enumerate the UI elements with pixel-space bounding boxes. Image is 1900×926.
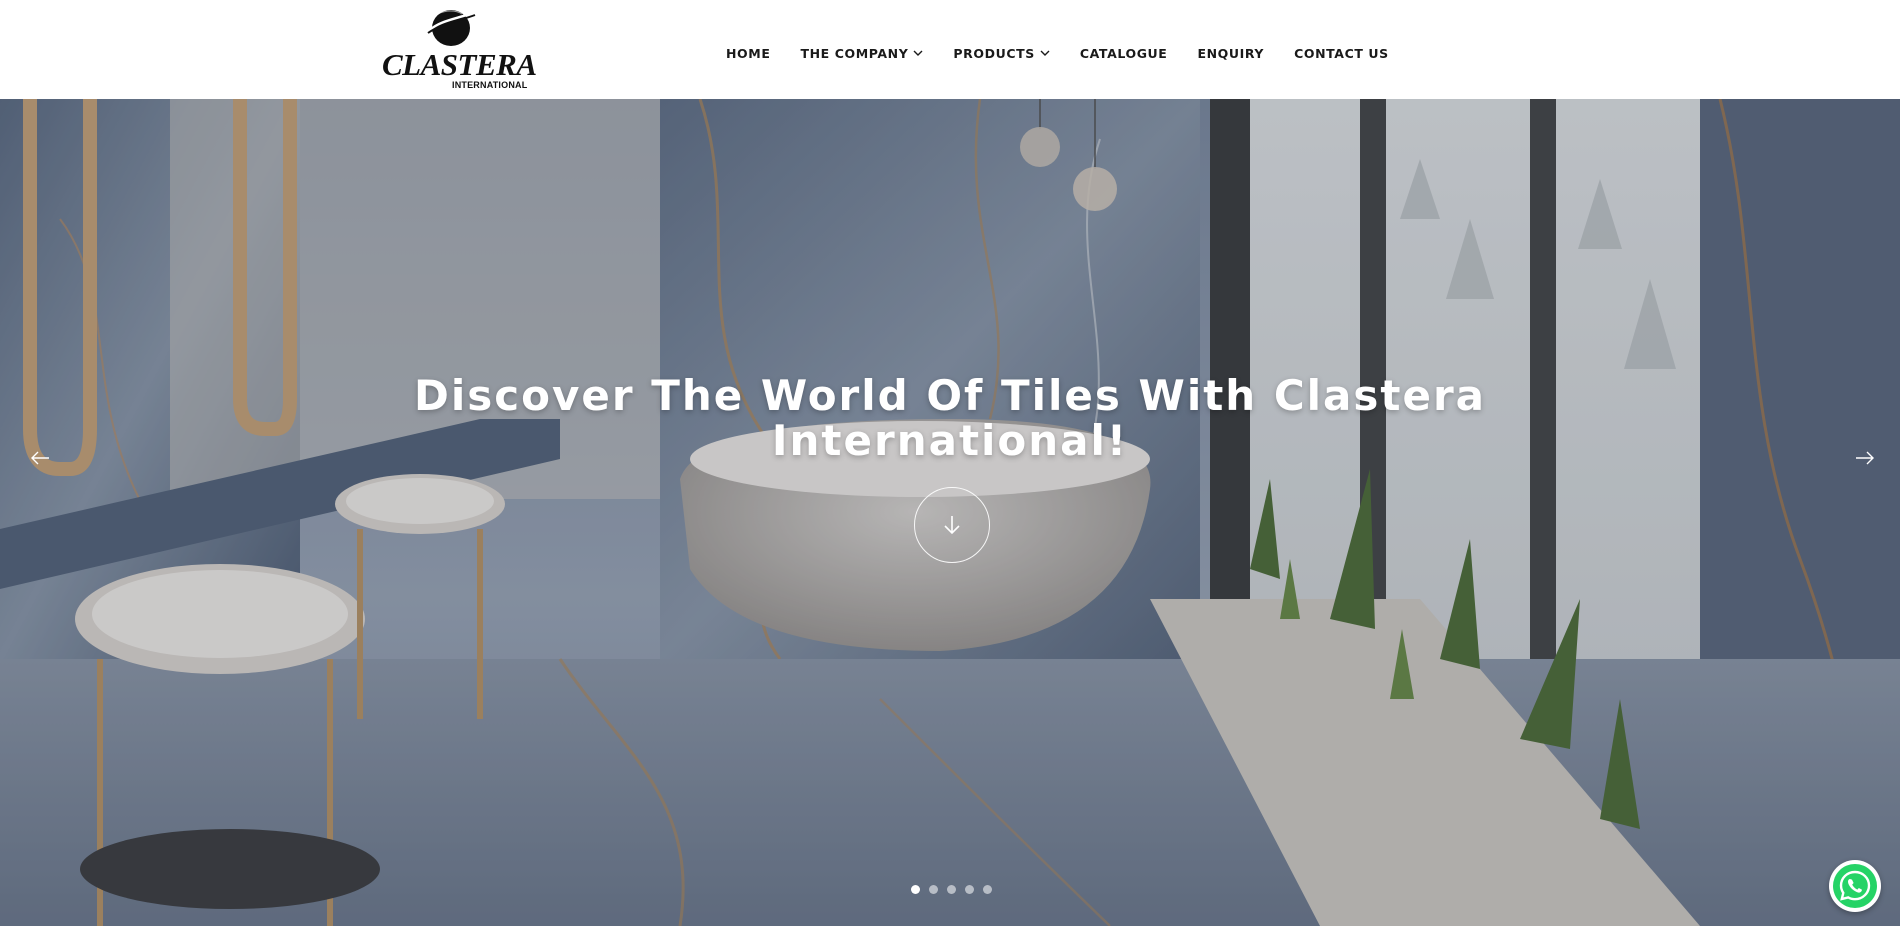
slider-dot-4[interactable]: [965, 885, 974, 894]
nav-home-label: HOME: [726, 45, 771, 61]
nav-products[interactable]: PRODUCTS: [953, 45, 1050, 61]
hero-slider: Discover The World Of Tiles With Claster…: [0, 99, 1900, 926]
hero-title: Discover The World Of Tiles With Claster…: [400, 373, 1500, 463]
slider-dot-5[interactable]: [983, 885, 992, 894]
whatsapp-button[interactable]: [1829, 860, 1881, 912]
slider-pagination: [911, 885, 992, 894]
brand-logo[interactable]: CLASTERA INTERNATIONAL: [380, 6, 537, 90]
hero-title-line1: Discover The World Of Tiles With Claster…: [414, 371, 1486, 420]
main-nav: HOME THE COMPANY PRODUCTS CATALOGUE ENQU…: [726, 41, 1389, 65]
globe-logo-icon: [427, 10, 476, 46]
brand-name: CLASTERA: [382, 47, 537, 82]
nav-the-company[interactable]: THE COMPANY: [800, 46, 923, 61]
slider-dot-2[interactable]: [929, 885, 938, 894]
nav-products-label: PRODUCTS: [953, 45, 1035, 61]
site-header: CLASTERA INTERNATIONAL HOME THE COMPANY …: [0, 0, 1900, 99]
arrow-left-icon: [31, 451, 49, 465]
arrow-right-icon: [1856, 451, 1874, 465]
nav-contact-us-label: CONTACT US: [1294, 45, 1389, 61]
whatsapp-icon: [1833, 864, 1877, 908]
chevron-down-icon: [1040, 50, 1050, 56]
slider-next-button[interactable]: [1845, 438, 1885, 478]
nav-enquiry[interactable]: ENQUIRY: [1197, 46, 1264, 61]
slider-dot-1[interactable]: [911, 885, 920, 894]
nav-catalogue-label: CATALOGUE: [1079, 45, 1168, 61]
chevron-down-icon: [913, 50, 923, 56]
nav-the-company-label: THE COMPANY: [800, 45, 909, 61]
nav-home[interactable]: HOME: [726, 46, 770, 61]
hero-title-line2: International!: [771, 416, 1129, 465]
arrow-down-icon: [944, 516, 960, 535]
brand-tagline: INTERNATIONAL: [452, 80, 528, 90]
slider-prev-button[interactable]: [20, 438, 60, 478]
scroll-down-button[interactable]: [914, 487, 990, 563]
nav-enquiry-label: ENQUIRY: [1197, 45, 1265, 61]
nav-contact-us[interactable]: CONTACT US: [1294, 46, 1389, 61]
slider-dot-3[interactable]: [947, 885, 956, 894]
nav-catalogue[interactable]: CATALOGUE: [1080, 46, 1168, 61]
